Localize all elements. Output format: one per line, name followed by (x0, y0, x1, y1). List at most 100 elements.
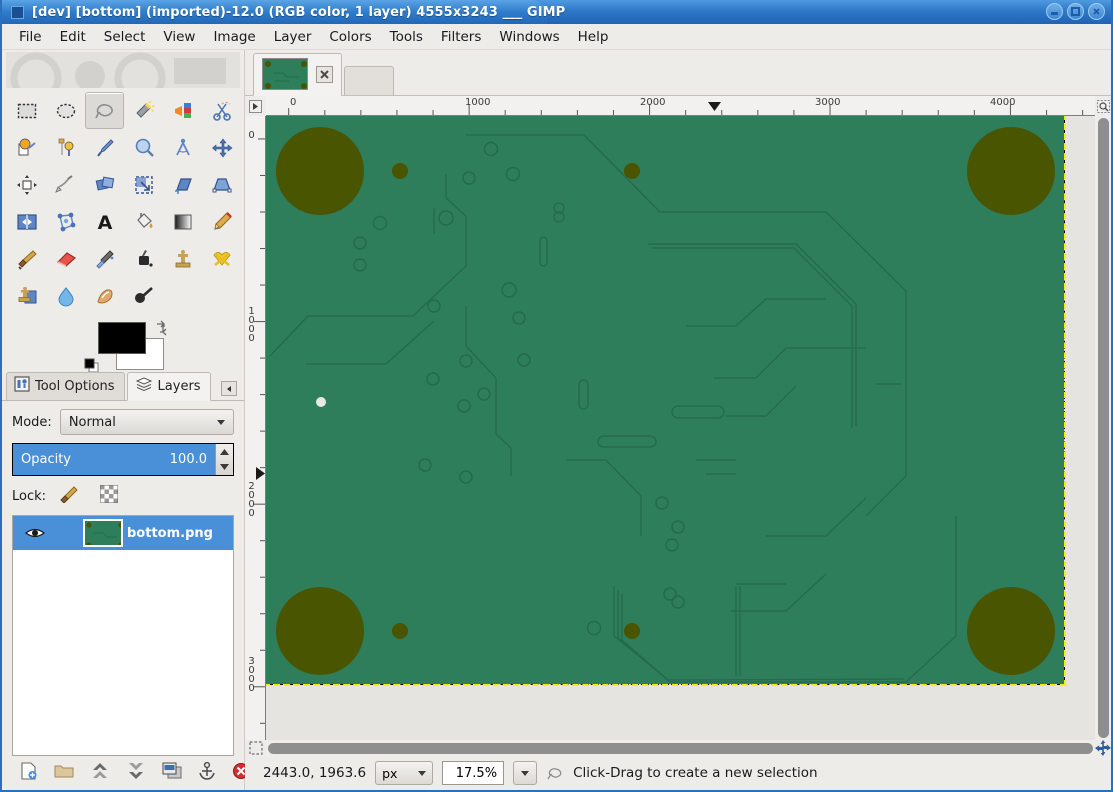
tool-flip[interactable] (7, 203, 46, 240)
close-icon[interactable] (316, 65, 333, 83)
duplicate-layer-button[interactable] (162, 762, 182, 784)
minimize-button[interactable] (1046, 3, 1063, 20)
opacity-stepper[interactable] (215, 444, 233, 475)
quickmask-toggle[interactable] (245, 740, 266, 756)
new-layer-group-button[interactable] (54, 763, 74, 783)
tool-foreground-select[interactable] (7, 129, 46, 166)
menu-file[interactable]: File (10, 26, 51, 48)
tool-eraser[interactable] (46, 240, 85, 277)
window-title: [dev] [bottom] (imported)-12.0 (RGB colo… (32, 4, 566, 20)
align-icon (16, 174, 38, 196)
layer-visibility-toggle[interactable] (17, 526, 53, 540)
lock-pixels-icon[interactable] (60, 485, 80, 507)
eraser-icon (55, 248, 77, 270)
menu-edit[interactable]: Edit (51, 26, 95, 48)
tool-perspective-clone[interactable] (7, 277, 46, 314)
tool-rect-select[interactable] (7, 92, 46, 129)
layer-row-bottom[interactable]: bottom.png (13, 516, 233, 550)
menu-image[interactable]: Image (204, 26, 264, 48)
zoom-dropdown-button[interactable] (513, 761, 538, 785)
canvas-horizontal-scrollbar[interactable] (266, 740, 1095, 756)
wilber-drop-area (6, 52, 240, 88)
tool-perspective[interactable] (202, 166, 241, 203)
ruler-menu-button[interactable] (245, 96, 266, 116)
tool-paths[interactable] (46, 129, 85, 166)
opacity-slider[interactable]: Opacity 100.0 (12, 443, 234, 476)
swap-colors-icon[interactable] (154, 320, 170, 340)
tool-ellipse-select[interactable] (46, 92, 85, 129)
menu-help[interactable]: Help (569, 26, 618, 48)
tool-ink[interactable] (124, 240, 163, 277)
unit-select[interactable]: px (375, 761, 434, 785)
rotate-icon (94, 174, 116, 196)
tool-align[interactable] (7, 166, 46, 203)
image-content[interactable] (266, 116, 1066, 686)
dock-menu-icon[interactable] (221, 381, 237, 396)
navigate-image-button[interactable] (1095, 740, 1111, 756)
vertical-scroll-thumb[interactable] (1097, 118, 1109, 738)
scale-icon (133, 174, 155, 196)
image-window: 0 1000 2000 3000 4000 0 1000 2000 3000 2… (245, 50, 1111, 790)
menu-layer[interactable]: Layer (265, 26, 321, 48)
vertical-ruler[interactable]: 0 1000 2000 3000 (245, 116, 266, 740)
tool-move[interactable] (202, 129, 241, 166)
layer-list[interactable]: bottom.png (12, 515, 234, 756)
close-button[interactable] (1088, 3, 1105, 20)
measure-icon (172, 137, 194, 159)
tool-select-by-color[interactable] (163, 92, 202, 129)
tab-layers[interactable]: Layers (126, 372, 211, 401)
tool-measure[interactable] (163, 129, 202, 166)
raise-layer-button[interactable] (90, 762, 110, 784)
tool-smudge[interactable] (85, 277, 124, 314)
tool-rotate[interactable] (85, 166, 124, 203)
tool-gradient[interactable] (163, 203, 202, 240)
tool-scissors-select[interactable] (202, 92, 241, 129)
tool-cage-transform[interactable] (46, 203, 85, 240)
tool-fuzzy-select[interactable] (124, 92, 163, 129)
maximize-button[interactable] (1067, 3, 1084, 20)
tool-crop[interactable] (46, 166, 85, 203)
menu-colors[interactable]: Colors (320, 26, 380, 48)
hruler-position-marker (708, 100, 721, 115)
tool-shear[interactable] (163, 166, 202, 203)
layer-name: bottom.png (127, 525, 213, 541)
tool-airbrush[interactable] (85, 240, 124, 277)
move-icon (211, 137, 233, 159)
canvas-vertical-scrollbar[interactable] (1095, 116, 1111, 740)
tool-heal[interactable] (202, 240, 241, 277)
tool-clone[interactable] (163, 240, 202, 277)
tool-paintbrush[interactable] (7, 240, 46, 277)
menu-windows[interactable]: Windows (490, 26, 568, 48)
smudge-icon (94, 285, 116, 307)
anchor-layer-button[interactable] (198, 761, 216, 784)
pencil-icon (211, 211, 233, 233)
horizontal-ruler[interactable]: 0 1000 2000 3000 4000 (266, 96, 1095, 116)
image-tab-bottom[interactable] (253, 53, 342, 96)
tool-free-select[interactable] (85, 92, 124, 129)
menu-filters[interactable]: Filters (432, 26, 490, 48)
tab-tool-options[interactable]: Tool Options (6, 372, 125, 400)
zoom-input[interactable]: 17.5% (442, 761, 505, 785)
tool-text[interactable]: A (85, 203, 124, 240)
tool-blur-sharpen[interactable] (46, 277, 85, 314)
tool-scale[interactable] (124, 166, 163, 203)
horizontal-scroll-thumb[interactable] (268, 742, 1093, 754)
layers-panel: Mode: Normal Opacity 100.0 Lock: bottom.… (2, 401, 249, 790)
tool-dodge-burn[interactable] (124, 277, 163, 314)
tool-color-picker[interactable] (85, 129, 124, 166)
tool-pencil[interactable] (202, 203, 241, 240)
menu-select[interactable]: Select (95, 26, 155, 48)
menu-view[interactable]: View (154, 26, 204, 48)
menu-tools[interactable]: Tools (381, 26, 432, 48)
lower-layer-button[interactable] (126, 762, 146, 784)
tool-bucket-fill[interactable] (124, 203, 163, 240)
image-canvas[interactable] (266, 116, 1095, 740)
mode-select[interactable]: Normal (59, 409, 234, 435)
new-layer-button[interactable] (20, 762, 38, 784)
tool-zoom[interactable] (124, 129, 163, 166)
lock-alpha-icon[interactable] (99, 484, 119, 507)
ellipse-select-icon (55, 100, 77, 122)
foreground-color-swatch[interactable] (98, 322, 146, 354)
menu-bar: File Edit Select View Image Layer Colors… (2, 24, 1111, 50)
zoom-image-button[interactable] (1095, 96, 1111, 116)
